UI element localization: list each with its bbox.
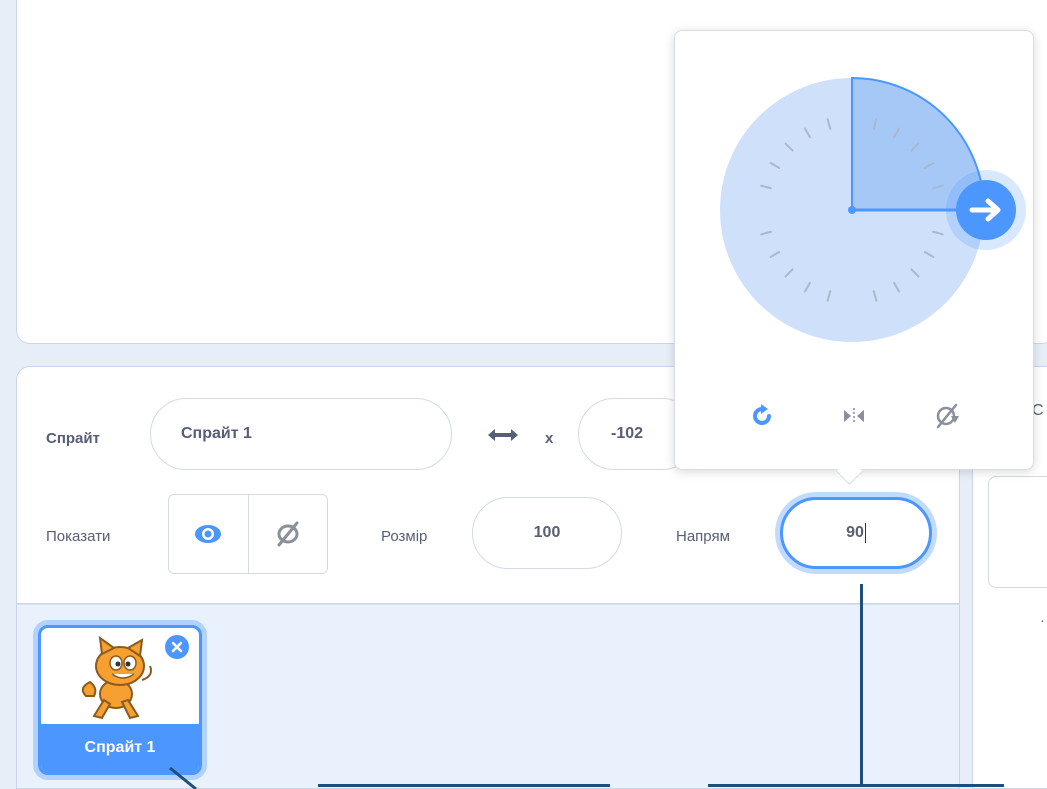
sprite-thumbnail-label: Спрайт 1	[41, 724, 199, 772]
callout-line-direction	[860, 584, 863, 786]
cat-sprite-icon	[81, 636, 152, 720]
rotation-mode-dont-rotate-button[interactable]	[928, 396, 968, 436]
dial-center	[848, 206, 856, 214]
rotation-mode-all-around-button[interactable]	[742, 396, 782, 436]
callout-bar-sprite	[318, 784, 610, 787]
left-right-icon	[844, 408, 864, 424]
delete-sprite-button[interactable]	[163, 633, 191, 661]
all-around-icon	[753, 404, 771, 425]
callout-line-sprite	[169, 766, 197, 789]
direction-dial[interactable]	[718, 70, 1036, 350]
x-label: x	[545, 430, 554, 447]
show-button[interactable]	[169, 495, 249, 573]
size-value: 100	[533, 524, 561, 541]
hide-button[interactable]	[249, 495, 328, 573]
direction-input[interactable]: 90	[780, 497, 932, 569]
dont-rotate-icon	[936, 403, 959, 429]
text-caret	[864, 523, 866, 543]
callout-bar-direction	[708, 784, 1004, 787]
show-label: Показати	[46, 528, 111, 545]
sprite-name-value: Спрайт 1	[181, 425, 252, 442]
direction-label: Напрям	[676, 528, 730, 545]
sprite-label: Спрайт	[46, 430, 100, 447]
left-edge	[0, 0, 16, 789]
sprite-name-input[interactable]: Спрайт 1	[150, 398, 452, 470]
eye-icon	[195, 525, 222, 543]
visibility-toggle	[168, 494, 328, 574]
stage-panel-marker: ·	[1040, 612, 1045, 628]
eye-slash-icon	[277, 521, 299, 547]
stage-thumbnail[interactable]	[988, 476, 1047, 588]
size-label: Розмір	[381, 528, 428, 545]
direction-value: 90	[846, 524, 864, 541]
rotation-mode-left-right-button[interactable]	[834, 396, 874, 436]
x-arrows-icon	[486, 424, 520, 451]
close-icon	[171, 641, 183, 653]
x-value: -102	[611, 425, 644, 442]
size-input[interactable]: 100	[472, 497, 622, 569]
